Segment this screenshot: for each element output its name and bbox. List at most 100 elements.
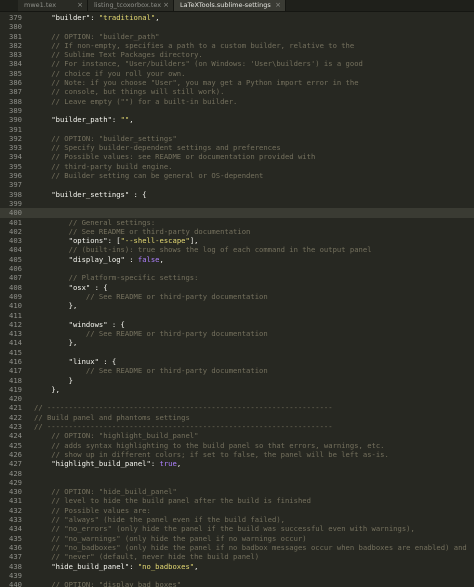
line-number: 391	[9, 124, 22, 134]
code-line[interactable]: 438 "hide_build_panel": "no_badboxes",	[0, 562, 474, 571]
code-line[interactable]: 440 // OPTION: "display_bad_boxes"	[0, 580, 474, 587]
code-line[interactable]: 425 // adds syntax highlighting to the b…	[0, 441, 474, 450]
line-number: 435	[9, 533, 22, 543]
tab-mwe1[interactable]: mwe1.tex ×	[18, 0, 88, 11]
code-line[interactable]: 426 // show up in different colors; if s…	[0, 450, 474, 459]
code-token: // Sublime Text Packages directory.	[34, 50, 203, 60]
line-number: 379	[9, 13, 22, 22]
code-line[interactable]: 434 // "no_errors" (only hide the panel …	[0, 524, 474, 533]
code-line[interactable]: 411	[0, 311, 474, 320]
line-number: 400	[9, 208, 22, 218]
code-line[interactable]: 381 // OPTION: "builder_path"	[0, 32, 474, 41]
code-editor[interactable]: 379 "builder": "traditional", 380 381 // O…	[0, 13, 474, 587]
tab-label: LaTeXTools.sublime-settings	[180, 1, 271, 9]
line-code: "highlight_build_panel": true,	[34, 459, 181, 468]
code-line[interactable]: 414 },	[0, 338, 474, 347]
code-line[interactable]: 410 },	[0, 301, 474, 310]
code-line[interactable]: 385 // choice if you roll your own.	[0, 69, 474, 78]
code-line[interactable]: 388 // Leave empty ("") for a built-in b…	[0, 97, 474, 106]
code-line[interactable]: 380	[0, 22, 474, 31]
line-number: 423	[9, 422, 22, 432]
code-token: // OPTION: "hide_build_panel"	[34, 487, 177, 497]
code-line[interactable]: 384 // For instance, "User/builders" (on…	[0, 59, 474, 68]
code-token: ,	[194, 561, 199, 571]
line-number: 404	[9, 245, 22, 255]
code-token: // See README or third-party documentati…	[34, 329, 268, 339]
line-code: },	[34, 301, 78, 310]
code-line[interactable]: 399	[0, 199, 474, 208]
line-code: // OPTION: "builder_path"	[34, 32, 159, 41]
code-token: // "no_warnings" (only hide the panel if…	[34, 533, 307, 543]
code-line[interactable]: 406	[0, 264, 474, 273]
code-token: "builder_settings"	[51, 189, 130, 199]
code-line[interactable]: 416 "linux" : {	[0, 357, 474, 366]
code-line[interactable]: 396 // Builder setting can be general or…	[0, 171, 474, 180]
line-number: 386	[9, 78, 22, 88]
code-line[interactable]: 417 // See README or third-party documen…	[0, 366, 474, 375]
code-line[interactable]: 400	[0, 208, 474, 218]
code-line[interactable]: 405 "display_log" : false,	[0, 255, 474, 264]
code-line[interactable]: 397	[0, 180, 474, 189]
code-token: // "never" (default, never hide the buil…	[34, 552, 260, 562]
close-icon[interactable]: ×	[163, 0, 169, 11]
code-line[interactable]: 401 // General settings:	[0, 218, 474, 227]
code-token: // See README or third-party documentati…	[34, 291, 268, 301]
code-line[interactable]: 421 // ----------------------------------…	[0, 403, 474, 412]
code-line[interactable]: 429	[0, 478, 474, 487]
code-line[interactable]: 382 // If non-empty, specifies a path to…	[0, 41, 474, 50]
code-line[interactable]: 437 // "never" (default, never hide the …	[0, 552, 474, 561]
code-line[interactable]: 398 "builder_settings" : {	[0, 190, 474, 199]
code-line[interactable]: 407 // Platform-specific settings:	[0, 273, 474, 282]
code-token: "linux"	[68, 356, 99, 366]
tab-latextools-settings[interactable]: LaTeXTools.sublime-settings ×	[174, 0, 286, 11]
code-line[interactable]: 391	[0, 125, 474, 134]
code-line[interactable]: 386 // Note: if you choose "User", you m…	[0, 78, 474, 87]
code-line[interactable]: 419 },	[0, 385, 474, 394]
code-line[interactable]: 432 // Possible values are:	[0, 506, 474, 515]
code-line[interactable]: 428	[0, 469, 474, 478]
code-token: // If non-empty, specifies a path to a c…	[34, 40, 355, 50]
close-icon[interactable]: ×	[275, 0, 281, 11]
code-line[interactable]: 433 // "always" (hide the panel even if …	[0, 515, 474, 524]
tab-listing-tcoxorbox[interactable]: listing_tcoxorbox.tex ×	[88, 0, 174, 11]
code-line[interactable]: 413 // See README or third-party documen…	[0, 329, 474, 338]
code-token: ,	[159, 254, 164, 264]
code-line[interactable]: 415	[0, 348, 474, 357]
code-token: :	[111, 115, 121, 125]
line-number: 436	[9, 542, 22, 552]
code-line[interactable]: 383 // Sublime Text Packages directory.	[0, 50, 474, 59]
line-code: // See README or third-party documentati…	[34, 329, 268, 338]
code-line[interactable]: 436 // "no_badboxes" (only hide the pane…	[0, 543, 474, 552]
line-code: // Note: if you choose "User", you may g…	[34, 78, 358, 87]
code-line[interactable]: 408 "osx" : {	[0, 283, 474, 292]
code-line[interactable]: 420	[0, 394, 474, 403]
close-icon[interactable]: ×	[77, 0, 83, 11]
code-line[interactable]: 390 "builder_path": "",	[0, 115, 474, 124]
code-line[interactable]: 424 // OPTION: "highlight_build_panel"	[0, 431, 474, 440]
code-line[interactable]: 430 // OPTION: "hide_build_panel"	[0, 487, 474, 496]
code-token: ,	[129, 115, 134, 125]
code-line[interactable]: 389	[0, 106, 474, 115]
code-line[interactable]: 431 // level to hide the build panel aft…	[0, 496, 474, 505]
code-line[interactable]: 404 // (built-ins): true shows the log o…	[0, 245, 474, 254]
code-line[interactable]: 439	[0, 571, 474, 580]
code-line[interactable]: 402 // See README or third-party documen…	[0, 227, 474, 236]
code-line[interactable]: 395 // third-party build engine.	[0, 162, 474, 171]
code-line[interactable]: 403 "options": ["--shell-escape"],	[0, 236, 474, 245]
code-line[interactable]: 392 // OPTION: "builder_settings"	[0, 134, 474, 143]
code-line[interactable]: 387 // console, but things will still wo…	[0, 87, 474, 96]
code-line[interactable]: 412 "windows" : {	[0, 320, 474, 329]
code-line[interactable]: 393 // Specify builder-dependent setting…	[0, 143, 474, 152]
code-line[interactable]: 422 // Build panel and phantoms settings	[0, 413, 474, 422]
code-line[interactable]: 435 // "no_warnings" (only hide the pane…	[0, 534, 474, 543]
line-code: // (built-ins): true shows the log of ea…	[34, 245, 372, 254]
line-number: 420	[9, 394, 22, 404]
code-line[interactable]: 423 // ----------------------------------…	[0, 422, 474, 431]
code-line[interactable]: 418 }	[0, 376, 474, 385]
code-token: "--shell-escape"	[120, 236, 190, 246]
code-line[interactable]: 379 "builder": "traditional",	[0, 13, 474, 22]
code-line[interactable]: 409 // See README or third-party documen…	[0, 292, 474, 301]
code-line[interactable]: 394 // Possible values: see README or do…	[0, 152, 474, 161]
line-number: 384	[9, 59, 22, 69]
code-line[interactable]: 427 "highlight_build_panel": true,	[0, 459, 474, 468]
